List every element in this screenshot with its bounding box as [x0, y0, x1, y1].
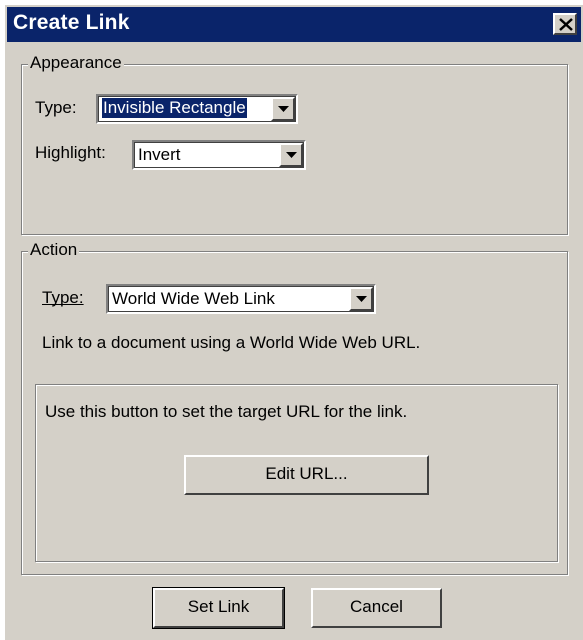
edit-url-label: Edit URL... — [265, 464, 348, 483]
appearance-type-dropdown-button[interactable] — [271, 97, 295, 121]
highlight-value: Invert — [138, 145, 181, 164]
set-link-label: Set Link — [187, 597, 250, 616]
action-type-value: World Wide Web Link — [112, 289, 275, 308]
appearance-type-select[interactable]: Invisible Rectangle — [96, 94, 298, 124]
create-link-dialog: Create Link Appearance Type: Invisible R… — [3, 3, 583, 640]
highlight-select[interactable]: Invert — [132, 140, 306, 170]
dialog-title: Create Link — [13, 11, 130, 34]
highlight-label: Highlight: — [35, 143, 106, 162]
action-type-label-text: Type: — [42, 288, 84, 307]
edit-url-button[interactable]: Edit URL... — [184, 455, 429, 495]
cancel-button[interactable]: Cancel — [311, 588, 442, 628]
action-description: Link to a document using a World Wide We… — [42, 333, 421, 352]
action-group: Action Type: World Wide Web Link Link to… — [21, 240, 568, 575]
appearance-group-label: Appearance — [28, 53, 124, 73]
action-type-label: Type: — [42, 288, 84, 308]
close-icon — [559, 18, 573, 31]
chevron-down-icon — [286, 152, 297, 158]
close-button[interactable] — [553, 13, 577, 35]
appearance-type-label: Type: — [35, 98, 77, 117]
highlight-dropdown-button[interactable] — [279, 143, 303, 167]
chevron-down-icon — [356, 296, 367, 302]
action-type-select[interactable]: World Wide Web Link — [106, 284, 376, 314]
action-group-label: Action — [28, 240, 80, 260]
appearance-type-value: Invisible Rectangle — [101, 97, 248, 119]
cancel-label: Cancel — [350, 597, 403, 616]
chevron-down-icon — [278, 106, 289, 112]
url-hint: Use this button to set the target URL fo… — [45, 402, 408, 421]
set-link-button[interactable]: Set Link — [152, 587, 285, 629]
action-type-dropdown-button[interactable] — [349, 287, 373, 311]
appearance-group: Appearance Type: Invisible Rectangle Hig… — [21, 53, 568, 235]
url-panel: Use this button to set the target URL fo… — [35, 384, 558, 562]
title-bar[interactable]: Create Link — [7, 7, 581, 42]
